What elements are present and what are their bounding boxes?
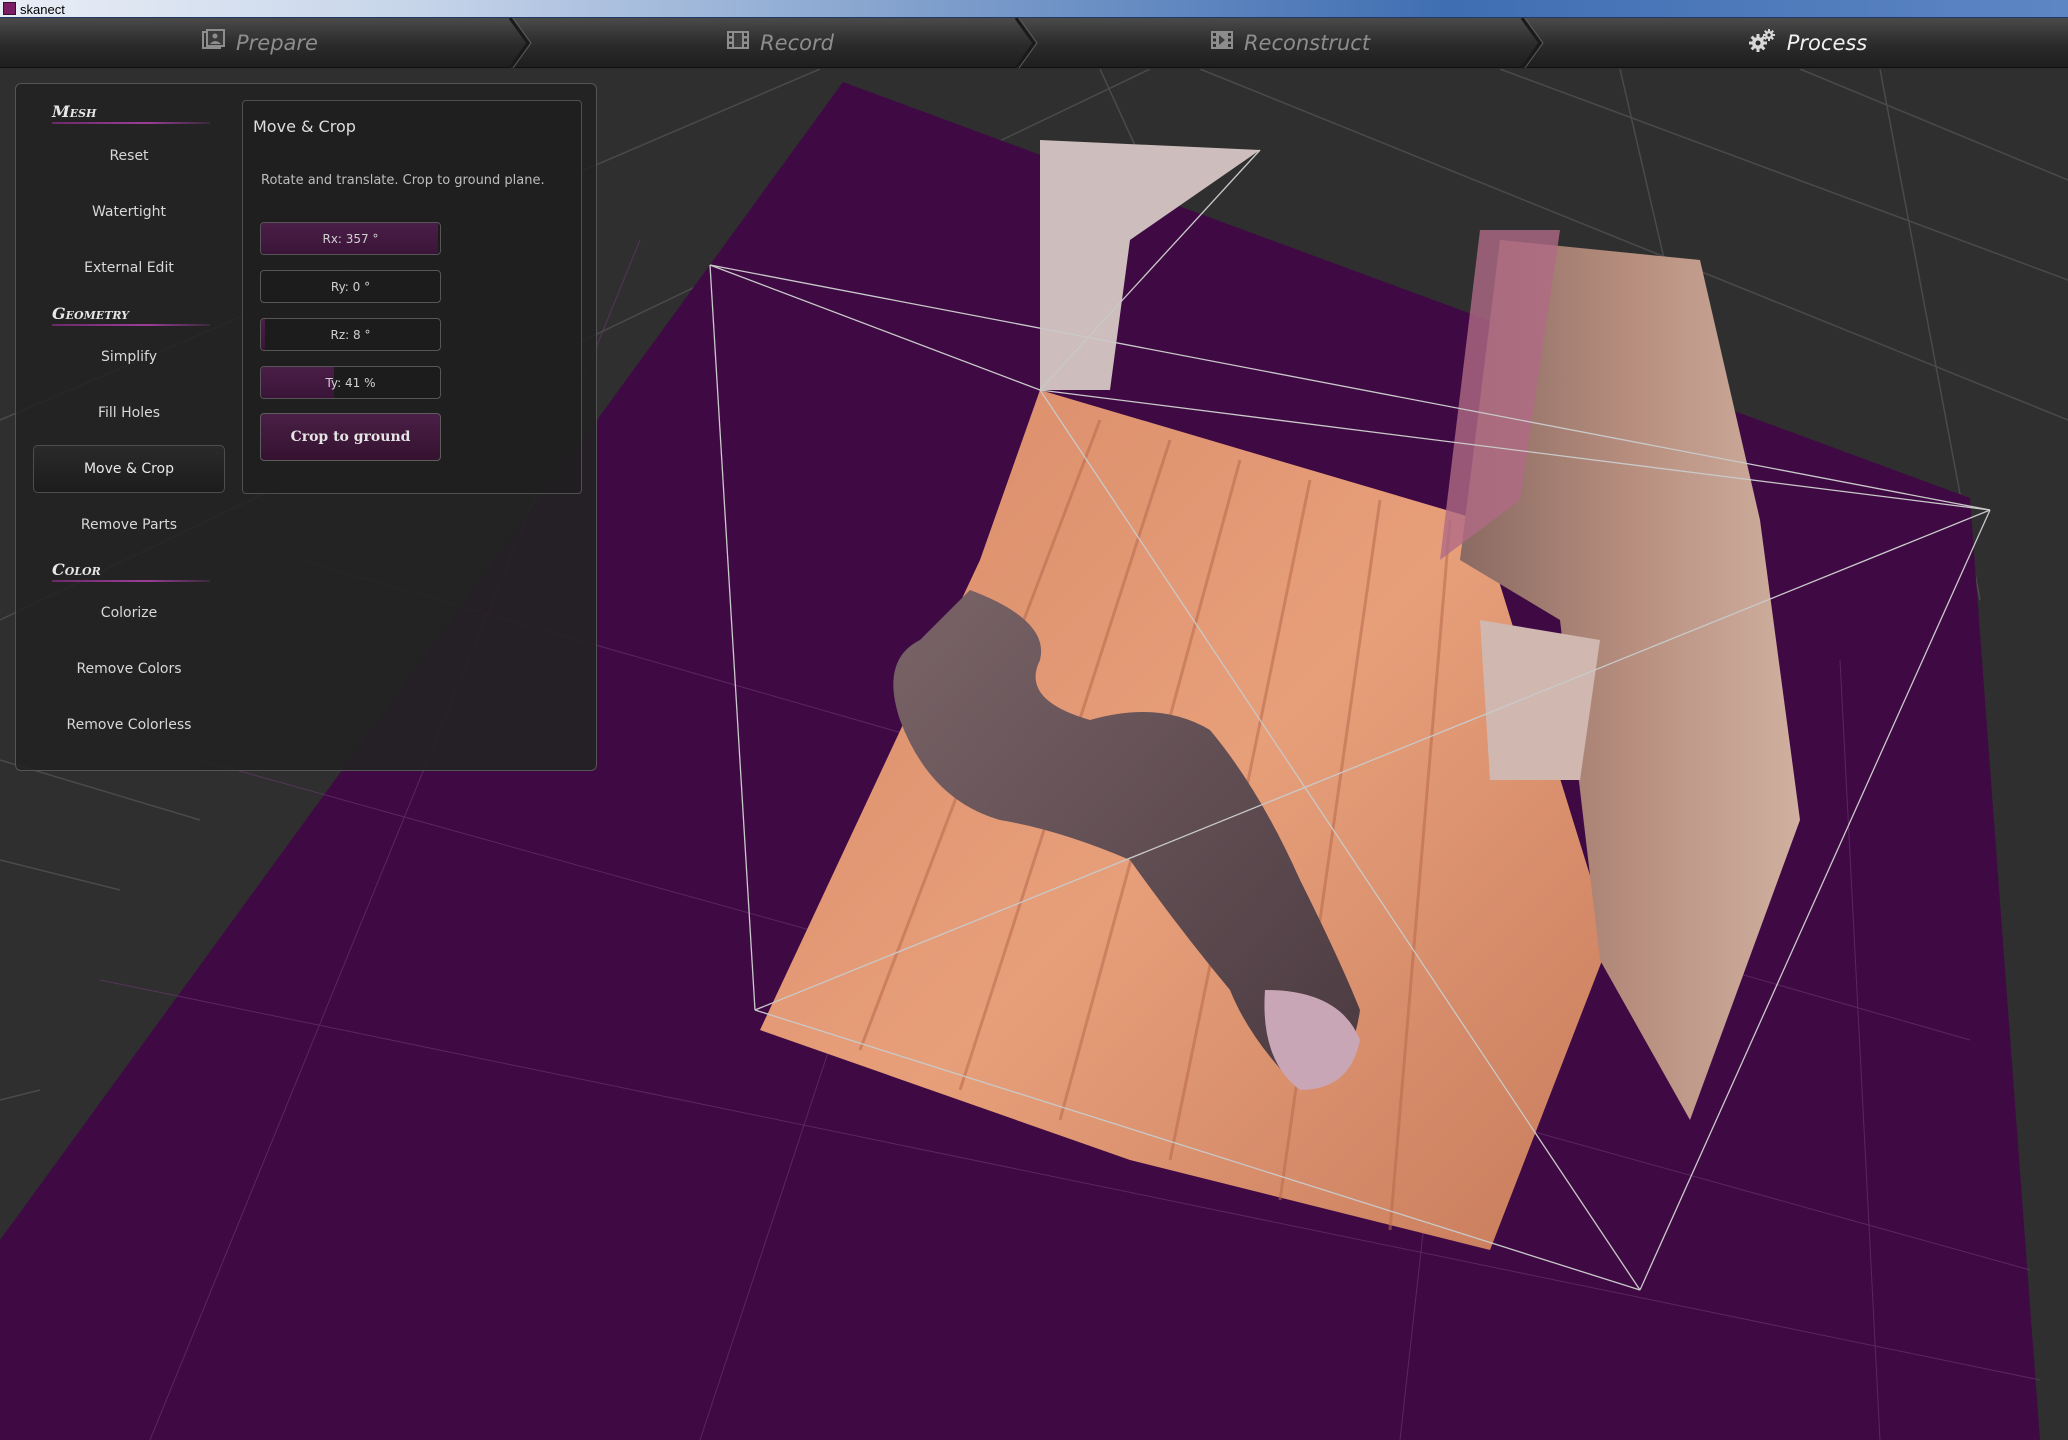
geometry-section-title: Geometry: [52, 304, 130, 323]
external-edit-button[interactable]: External Edit: [33, 244, 225, 292]
window-title-bar: skanect: [0, 0, 2068, 18]
move-crop-button[interactable]: Move & Crop: [33, 445, 225, 493]
workflow-separator: [1520, 17, 1550, 69]
section-divider: [52, 324, 210, 326]
color-section-title: Color: [52, 560, 101, 579]
object-scan: [1480, 620, 1600, 780]
tab-label: Process: [1786, 31, 1868, 55]
workflow-bar: Prepare Record Reconstruct Process: [0, 17, 2068, 69]
move-crop-panel: Move & Crop Rotate and translate. Crop t…: [242, 100, 582, 494]
reset-button[interactable]: Reset: [33, 132, 225, 180]
tab-reconstruct[interactable]: Reconstruct: [1030, 18, 1550, 68]
crop-to-ground-button[interactable]: Crop to ground: [260, 413, 441, 461]
tab-label: Reconstruct: [1243, 31, 1371, 55]
slider-fill: [261, 319, 265, 350]
tab-label: Record: [760, 31, 834, 55]
move-crop-description: Rotate and translate. Crop to ground pla…: [261, 173, 545, 188]
remove-colorless-button[interactable]: Remove Colorless: [33, 701, 225, 749]
gears-icon: [1748, 28, 1777, 58]
ry-value: Ry: 0 °: [330, 279, 371, 294]
watertight-button[interactable]: Watertight: [33, 188, 225, 236]
rx-value: Rx: 357 °: [322, 231, 379, 246]
mesh-section-title: Mesh: [52, 102, 97, 121]
process-panel: Mesh Reset Watertight External Edit Geom…: [15, 83, 597, 771]
simplify-button[interactable]: Simplify: [33, 333, 225, 381]
film-icon: [726, 29, 750, 57]
colorize-button[interactable]: Colorize: [33, 589, 225, 637]
section-divider: [52, 122, 210, 124]
app-icon: [3, 2, 16, 15]
prepare-icon: [202, 29, 226, 57]
tab-record[interactable]: Record: [520, 18, 1040, 68]
move-crop-title: Move & Crop: [253, 117, 356, 136]
ty-slider[interactable]: Ty: 41 %: [260, 366, 441, 399]
section-divider: [52, 580, 210, 582]
rz-value: Rz: 8 °: [330, 327, 371, 342]
ry-slider[interactable]: Ry: 0 °: [260, 270, 441, 303]
remove-colors-button[interactable]: Remove Colors: [33, 645, 225, 693]
window-title: skanect: [20, 2, 65, 17]
rz-slider[interactable]: Rz: 8 °: [260, 318, 441, 351]
film-icon: [1210, 29, 1234, 57]
fill-holes-button[interactable]: Fill Holes: [33, 389, 225, 437]
tab-process[interactable]: Process: [1548, 18, 2068, 68]
tab-prepare[interactable]: Prepare: [0, 18, 520, 68]
remove-parts-button[interactable]: Remove Parts: [33, 501, 225, 549]
rx-slider[interactable]: Rx: 357 °: [260, 222, 441, 255]
ty-value: Ty: 41 %: [325, 375, 376, 390]
tab-label: Prepare: [236, 31, 318, 55]
slider-fill: [261, 367, 335, 398]
